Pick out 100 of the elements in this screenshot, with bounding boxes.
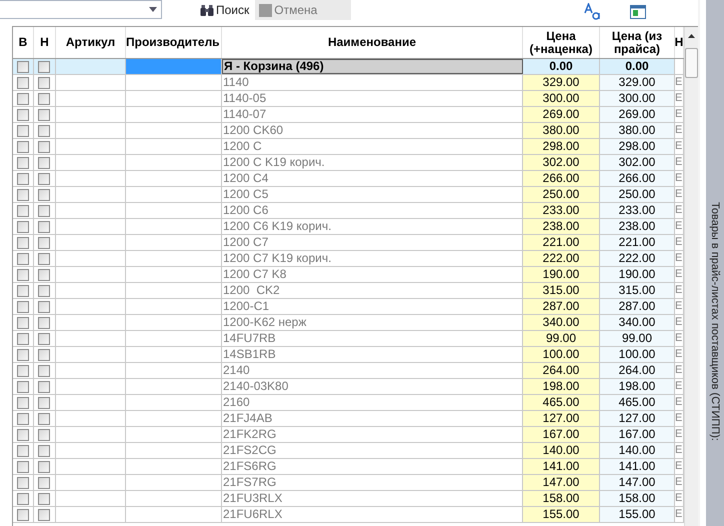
checkbox[interactable] — [38, 188, 50, 200]
checkbox[interactable] — [17, 364, 29, 376]
table-cell: 198.00 — [523, 379, 600, 394]
table-cell: 14SB1RB — [223, 347, 276, 362]
checkbox[interactable] — [38, 380, 50, 392]
table-cell: 329.00 — [523, 75, 600, 90]
table-cell: 1200 C6 — [223, 203, 268, 218]
checkbox[interactable] — [17, 300, 29, 312]
scroll-thumb[interactable] — [685, 48, 698, 78]
checkbox[interactable] — [38, 316, 50, 328]
checkbox[interactable] — [17, 172, 29, 184]
checkbox[interactable] — [17, 348, 29, 360]
checkbox[interactable] — [17, 412, 29, 424]
table-cell: 465.00 — [600, 395, 675, 410]
checkbox[interactable] — [38, 284, 50, 296]
checkbox[interactable] — [17, 492, 29, 504]
column-header[interactable]: В — [13, 27, 34, 58]
checkbox[interactable] — [17, 460, 29, 472]
checkbox[interactable] — [38, 492, 50, 504]
table-cell: 1200 C K19 корич. — [223, 155, 325, 170]
checkbox[interactable] — [38, 476, 50, 488]
checkbox[interactable] — [17, 316, 29, 328]
checkbox[interactable] — [38, 300, 50, 312]
table-cell: 99.00 — [600, 331, 675, 346]
column-header[interactable]: Артикул — [56, 27, 126, 58]
column-header[interactable]: Н — [34, 27, 56, 58]
checkbox[interactable] — [17, 476, 29, 488]
checkbox[interactable] — [17, 140, 29, 152]
table-cell: 302.00 — [523, 155, 600, 170]
table-cell: 233.00 — [600, 203, 675, 218]
table-cell: 340.00 — [523, 315, 600, 330]
checkbox[interactable] — [38, 60, 50, 72]
checkbox[interactable] — [38, 76, 50, 88]
table-cell: 340.00 — [600, 315, 675, 330]
checkbox[interactable] — [17, 380, 29, 392]
scrollbar[interactable] — [684, 27, 698, 526]
column-header[interactable]: Цена (из прайса) — [600, 27, 675, 58]
checkbox[interactable] — [38, 268, 50, 280]
checkbox[interactable] — [17, 220, 29, 232]
table-cell: 100.00 — [523, 347, 600, 362]
table-cell: 21FJ4AB — [223, 411, 272, 426]
checkbox[interactable] — [38, 92, 50, 104]
checkbox[interactable] — [17, 284, 29, 296]
checkbox[interactable] — [17, 92, 29, 104]
checkbox[interactable] — [38, 508, 50, 520]
checkbox[interactable] — [38, 252, 50, 264]
checkbox[interactable] — [38, 108, 50, 120]
checkbox[interactable] — [38, 156, 50, 168]
side-panel-tab[interactable]: Товары в прайс-листах поставщиков (СТИПП): — [706, 0, 724, 526]
table-cell: 1200 C7 K19 корич. — [223, 251, 332, 266]
checkbox[interactable] — [17, 60, 29, 72]
checkbox[interactable] — [38, 460, 50, 472]
checkbox[interactable] — [38, 140, 50, 152]
table-cell: 300.00 — [600, 91, 675, 106]
checkbox[interactable] — [17, 428, 29, 440]
table-cell: 287.00 — [600, 299, 675, 314]
table-cell: 329.00 — [600, 75, 675, 90]
checkbox[interactable] — [17, 156, 29, 168]
column-header[interactable]: Производитель — [126, 27, 222, 58]
table-cell: 99.00 — [523, 331, 600, 346]
table-cell: 147.00 — [523, 475, 600, 490]
checkbox[interactable] — [38, 444, 50, 456]
column-header[interactable]: Наименование — [222, 27, 523, 58]
checkbox[interactable] — [38, 364, 50, 376]
checkbox[interactable] — [17, 108, 29, 120]
checkbox[interactable] — [17, 268, 29, 280]
table-cell: 300.00 — [523, 91, 600, 106]
table-cell: 465.00 — [523, 395, 600, 410]
table-cell: 141.00 — [523, 459, 600, 474]
checkbox[interactable] — [38, 204, 50, 216]
checkbox[interactable] — [38, 428, 50, 440]
checkbox[interactable] — [17, 188, 29, 200]
checkbox[interactable] — [17, 204, 29, 216]
table-cell: 127.00 — [600, 411, 675, 426]
checkbox[interactable] — [17, 332, 29, 344]
filter-dropdown[interactable] — [0, 0, 162, 19]
checkbox[interactable] — [38, 124, 50, 136]
window-icon[interactable] — [630, 5, 646, 19]
column-header[interactable]: Цена (+наценка) — [523, 27, 600, 58]
checkbox[interactable] — [38, 412, 50, 424]
checkbox[interactable] — [38, 332, 50, 344]
checkbox[interactable] — [38, 348, 50, 360]
table-cell: 21FU3RLX — [223, 491, 282, 506]
checkbox[interactable] — [17, 444, 29, 456]
scroll-up-icon[interactable] — [688, 34, 695, 38]
checkbox[interactable] — [17, 508, 29, 520]
checkbox[interactable] — [38, 172, 50, 184]
checkbox[interactable] — [38, 236, 50, 248]
checkbox[interactable] — [17, 396, 29, 408]
focused-cell[interactable] — [126, 59, 222, 74]
search-button[interactable]: Поиск — [196, 0, 254, 20]
checkbox[interactable] — [38, 396, 50, 408]
checkbox[interactable] — [38, 220, 50, 232]
table-cell: 1140-05 — [223, 91, 266, 106]
font-icon[interactable] — [584, 3, 602, 21]
group-row[interactable]: Я - Корзина (496) 0.00 0.00 — [13, 59, 684, 75]
checkbox[interactable] — [17, 236, 29, 248]
checkbox[interactable] — [17, 124, 29, 136]
checkbox[interactable] — [17, 76, 29, 88]
checkbox[interactable] — [17, 252, 29, 264]
